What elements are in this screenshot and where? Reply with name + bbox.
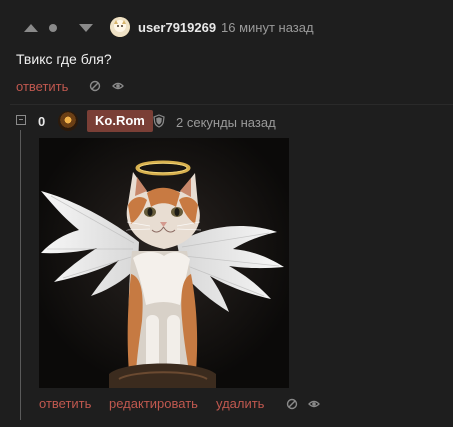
divider bbox=[10, 104, 453, 105]
thread-line[interactable] bbox=[20, 130, 21, 420]
vote-dot-icon bbox=[49, 24, 57, 32]
reply-link[interactable]: ответить bbox=[39, 396, 91, 411]
comment-header: user7919269 16 минут назад bbox=[0, 12, 453, 46]
collapse-icon[interactable] bbox=[16, 115, 26, 125]
username[interactable]: user7919269 bbox=[138, 20, 216, 35]
ban-icon[interactable] bbox=[89, 80, 101, 92]
reply-score: 0 bbox=[38, 114, 46, 129]
reply-username-badge[interactable]: Ko.Rom bbox=[87, 110, 153, 132]
downvote-arrow-icon[interactable] bbox=[79, 24, 93, 32]
reply-link[interactable]: ответить bbox=[16, 79, 68, 94]
timestamp: 16 минут назад bbox=[221, 20, 314, 35]
reply-actions: ответить редактировать удалить bbox=[39, 396, 339, 414]
delete-link[interactable]: удалить bbox=[216, 396, 264, 411]
eye-icon[interactable] bbox=[112, 80, 124, 92]
reply-avatar[interactable] bbox=[58, 111, 78, 131]
shield-icon bbox=[153, 114, 165, 128]
comment-actions: ответить bbox=[16, 78, 124, 96]
avatar[interactable] bbox=[110, 17, 130, 37]
ban-icon[interactable] bbox=[286, 398, 298, 410]
reply-timestamp: 2 секунды назад bbox=[176, 115, 276, 130]
reply-image[interactable] bbox=[39, 138, 289, 388]
edit-link[interactable]: редактировать bbox=[109, 396, 198, 411]
upvote-arrow-icon[interactable] bbox=[24, 24, 38, 32]
comment-thread: user7919269 16 минут назад Твикс где бля… bbox=[0, 0, 453, 427]
eye-icon[interactable] bbox=[308, 398, 320, 410]
avatar-image bbox=[110, 17, 130, 37]
angel-cat-image bbox=[39, 138, 289, 388]
comment-text: Твикс где бля? bbox=[16, 51, 112, 67]
